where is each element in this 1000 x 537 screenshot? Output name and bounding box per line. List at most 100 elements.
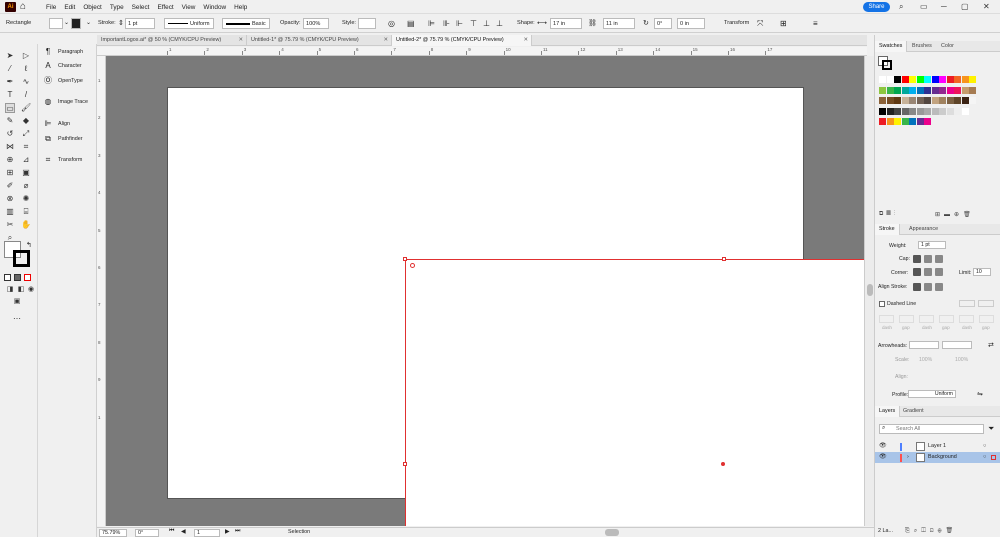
line-tool-icon[interactable]: / [21,90,31,100]
selection-bounding-box[interactable] [405,259,864,526]
more-tools-icon[interactable]: ⋯ [12,314,22,324]
align-bottom-icon[interactable]: ⊥ [496,18,503,29]
selection-indicator[interactable] [991,455,996,460]
rotate-tool-icon[interactable]: ↺ [5,129,15,139]
corner-widget-icon[interactable] [410,263,415,268]
menu-effect[interactable]: Effect [157,4,173,11]
resize-handle[interactable] [403,462,407,466]
swatch[interactable] [916,107,924,115]
scale-tool-icon[interactable]: ⤢ [21,129,31,139]
align-outside-stroke-icon[interactable] [935,283,943,291]
export-icon[interactable]: ⎘ [905,528,914,534]
dock-align[interactable]: ⊫ Align [40,117,96,131]
align-vcenter-icon[interactable]: ⊥ [483,18,490,29]
angle-field[interactable]: 0° [654,18,672,29]
rotation-field[interactable]: 0° [135,529,159,537]
menu-view[interactable]: View [182,4,196,11]
swatch[interactable] [916,97,924,104]
menu-type[interactable]: Type [110,4,124,11]
last-artboard-icon[interactable]: ⏭ [235,528,240,535]
align-inside-stroke-icon[interactable] [924,283,932,291]
dash-gap-field[interactable] [899,315,914,323]
artboard-tool-icon[interactable]: ⌸ [21,207,31,217]
tab-color[interactable]: Color [937,41,958,52]
new-sublayer-icon[interactable]: ⊡ [930,528,938,534]
fill-swatch[interactable] [49,18,63,29]
swatch[interactable] [894,97,901,104]
weight-field[interactable]: 1 pt [918,241,946,249]
chevron-down-icon[interactable]: ⌄ [86,18,91,29]
align-to-icon[interactable]: ▤ [407,18,415,29]
rectangle-tool-icon[interactable]: ▭ [5,103,15,113]
menu-object[interactable]: Object [83,4,101,11]
dock-opentype[interactable]: Ⓞ OpenType [40,74,96,88]
scroll-thumb[interactable] [867,284,873,296]
shaper-tool-icon[interactable]: ✎ [5,116,15,126]
dock-image-trace[interactable]: ◍ Image Trace [40,95,96,109]
lasso-tool-icon[interactable]: ℓ [21,64,31,74]
resize-handle[interactable] [403,257,407,261]
flip-profile-icon[interactable]: ⇋ [977,390,983,398]
swatch[interactable] [924,97,931,104]
direct-selection-tool-icon[interactable]: ▷ [21,51,31,61]
swatch[interactable] [894,86,901,94]
tab-appearance[interactable]: Appearance [905,224,942,235]
clip-mask-icon[interactable]: ◫ [921,528,930,534]
swatch[interactable] [939,97,946,104]
dock-pathfinder[interactable]: ⧉ Pathfinder [40,132,96,146]
home-icon[interactable]: ⌂ [20,1,26,13]
menu-select[interactable]: Select [132,4,150,11]
bevel-join-icon[interactable] [935,268,943,276]
opacity-field[interactable]: 100% [303,18,329,29]
menu-help[interactable]: Help [234,4,247,11]
variable-width-profile[interactable]: Uniform [164,18,214,29]
swatch[interactable] [939,76,946,83]
artboard-field[interactable]: 1 [194,529,220,537]
transform-link[interactable]: Transform [724,18,749,29]
swatch[interactable] [886,86,894,94]
eye-icon[interactable]: 👁 [879,441,887,452]
swatch[interactable] [879,118,886,125]
close-icon[interactable]: ✕ [523,35,528,46]
projecting-cap-icon[interactable] [935,255,943,263]
scale-start-field[interactable]: 100% [919,357,932,363]
stroke-color-icon[interactable] [13,250,30,267]
filter-icon[interactable]: ⏷ [988,424,994,434]
new-layer-icon[interactable]: ⊕ [938,528,946,534]
swatch[interactable] [961,97,969,104]
dash-gap-field[interactable] [919,315,934,323]
tab-stroke[interactable]: Stroke [875,224,900,235]
doc-tab-3[interactable]: Untitled-2* @ 75.79 % (CMYK/CPU Preview)… [392,35,532,46]
eye-icon[interactable]: 👁 [879,452,887,463]
color-group-icon[interactable]: ⊞ [935,212,944,218]
resize-handle[interactable] [722,257,726,261]
recolor-icon[interactable]: ◎ [388,18,395,29]
swatch[interactable] [939,107,946,115]
draw-behind-icon[interactable]: ◧ [16,285,26,295]
dock-transform[interactable]: ⌗ Transform [40,153,96,167]
align-right-icon[interactable]: ⊩ [456,18,463,29]
swatch[interactable] [879,107,886,115]
blend-tool-icon[interactable]: ⊗ [5,194,15,204]
perspective-grid-tool-icon[interactable]: ⊿ [21,155,31,165]
new-swatch-icon[interactable]: ⊕ [954,212,963,218]
profile-select[interactable]: Uniform [908,390,956,398]
swatch[interactable] [961,86,969,94]
stepper-icon[interactable]: ⇕ [118,18,124,29]
swatch[interactable] [969,86,976,94]
workspace-icon[interactable]: ▭ [920,1,928,13]
vertical-scrollbar[interactable] [864,56,874,526]
swap-arrowheads-icon[interactable]: ⇄ [988,341,994,349]
align-hcenter-icon[interactable]: ⊪ [443,18,450,29]
swatch[interactable] [886,97,894,104]
draw-inside-icon[interactable]: ◉ [26,285,36,295]
swatch[interactable] [916,118,924,125]
paintbrush-tool-icon[interactable]: 🖌 [21,103,31,113]
menu-window[interactable]: Window [203,4,226,11]
swatch[interactable] [946,86,954,94]
swatch[interactable] [969,76,976,83]
swatch[interactable] [901,107,909,115]
width-field[interactable]: 17 in [550,18,582,29]
swatch[interactable] [916,86,924,94]
dock-paragraph[interactable]: ¶ Paragraph [40,45,96,59]
